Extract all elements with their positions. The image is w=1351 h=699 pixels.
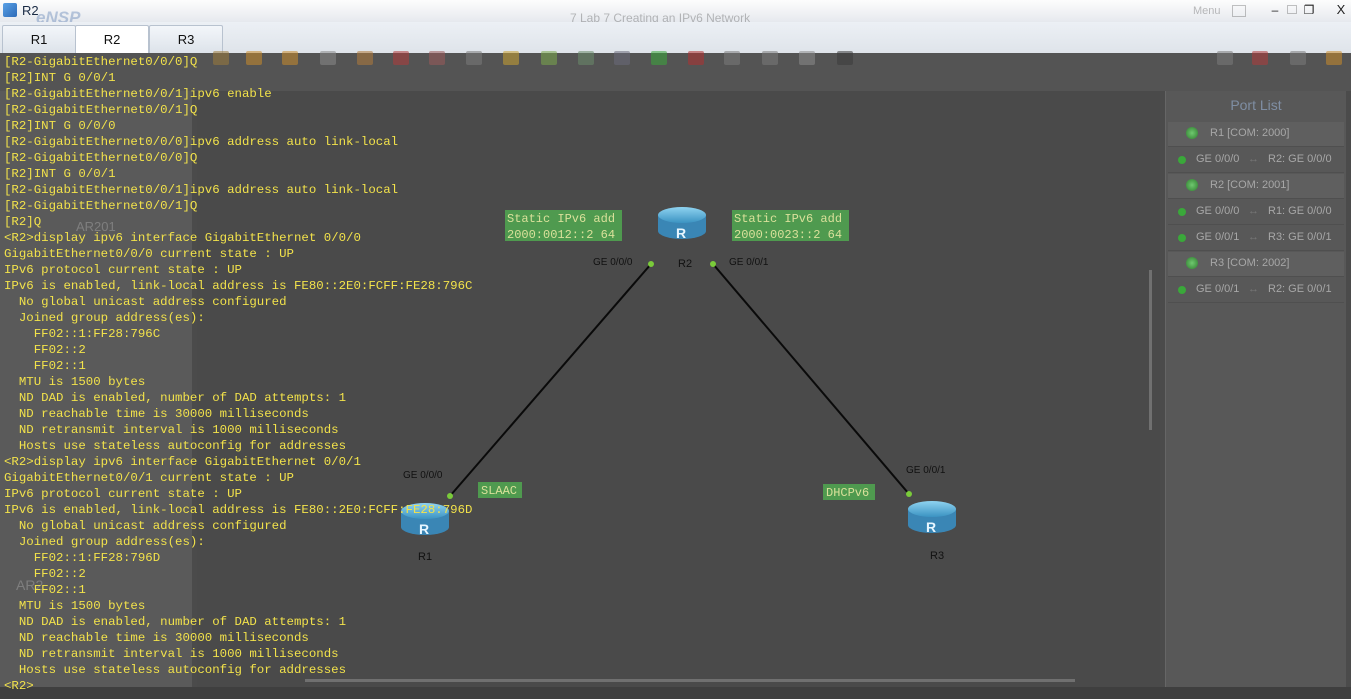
router-r3[interactable]: R (908, 501, 956, 535)
console-line: IPv6 protocol current state : UP (4, 487, 242, 501)
console-line: Hosts use stateless autoconfig for addre… (4, 663, 347, 677)
console-line: FF02::2 (4, 343, 86, 357)
console-line: Joined group address(es): (4, 535, 205, 549)
console-line: [R2]Q (4, 215, 42, 229)
console-line: ND retransmit interval is 1000 milliseco… (4, 647, 339, 661)
console-line: [R2-GigabitEthernet0/0/1]Q (4, 199, 198, 213)
console-line: ND reachable time is 30000 milliseconds (4, 407, 309, 421)
console-line: [R2]INT G 0/0/0 (4, 119, 116, 133)
console-line: FF02::1:FF28:796C (4, 327, 161, 341)
console-line: No global unicast address configured (4, 295, 287, 309)
console-line: ND reachable time is 30000 milliseconds (4, 631, 309, 645)
router-r3-label: R3 (930, 550, 944, 562)
router-r3-glyph-icon: R (926, 519, 936, 535)
r3-interface-label: GE 0/0/1 (906, 465, 946, 476)
console-prompt[interactable]: <R2> (4, 678, 904, 694)
console-line: GigabitEthernet0/0/1 current state : UP (4, 471, 294, 485)
console-line: [R2]INT G 0/0/1 (4, 71, 116, 85)
console-line: Hosts use stateless autoconfig for addre… (4, 439, 347, 453)
console-line: IPv6 protocol current state : UP (4, 263, 242, 277)
console-line: MTU is 1500 bytes (4, 375, 146, 389)
console-line: [R2-GigabitEthernet0/0/1]ipv6 address au… (4, 183, 399, 197)
console-line: <R2>display ipv6 interface GigabitEthern… (4, 231, 361, 245)
console-line: [R2-GigabitEthernet0/0/0]Q (4, 151, 198, 165)
console-line: IPv6 is enabled, link-local address is F… (4, 279, 473, 293)
console-line: FF02::1 (4, 359, 86, 373)
console-line: FF02::1:FF28:796D (4, 551, 161, 565)
console-output[interactable]: [R2-GigabitEthernet0/0/0]Q [R2]INT G 0/0… (4, 54, 904, 694)
console-line: [R2-GigabitEthernet0/0/0]ipv6 address au… (4, 135, 399, 149)
console-line: IPv6 is enabled, link-local address is F… (4, 503, 473, 517)
console-line: MTU is 1500 bytes (4, 599, 146, 613)
console-line: No global unicast address configured (4, 519, 287, 533)
console-line: [R2-GigabitEthernet0/0/1]Q (4, 103, 198, 117)
console-line: ND DAD is enabled, number of DAD attempt… (4, 391, 347, 405)
console-line: ND retransmit interval is 1000 milliseco… (4, 423, 339, 437)
console-line: FF02::1 (4, 583, 86, 597)
router-r3-top (908, 501, 956, 517)
port-indicator-icon (906, 491, 912, 497)
console-line: [R2-GigabitEthernet0/0/1]ipv6 enable (4, 87, 272, 101)
console-line: ND DAD is enabled, number of DAD attempt… (4, 615, 347, 629)
console-line: FF02::2 (4, 567, 86, 581)
console-line: [R2-GigabitEthernet0/0/0]Q (4, 55, 198, 69)
console-line: [R2]INT G 0/0/1 (4, 167, 116, 181)
console-line: <R2>display ipv6 interface GigabitEthern… (4, 455, 361, 469)
console-line: Joined group address(es): (4, 311, 205, 325)
console-line: GigabitEthernet0/0/0 current state : UP (4, 247, 294, 261)
